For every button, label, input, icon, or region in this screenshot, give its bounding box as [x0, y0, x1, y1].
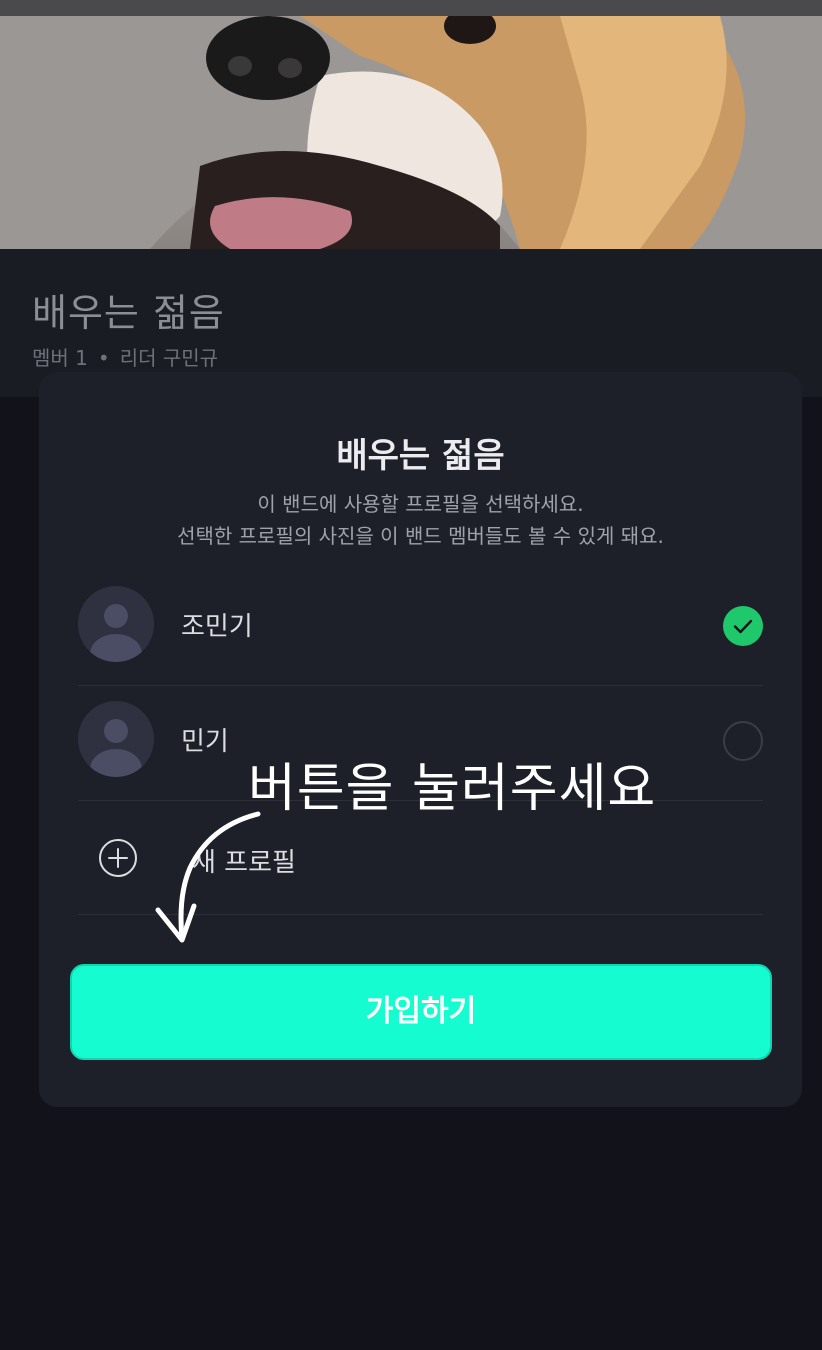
- avatar-placeholder-icon: [78, 586, 154, 662]
- check-icon: [733, 619, 753, 634]
- leader-name: 리더 구민규: [119, 346, 219, 370]
- selected-radio[interactable]: [723, 606, 763, 646]
- avatar-placeholder-icon: [78, 701, 154, 777]
- separator-dot: •: [97, 346, 110, 370]
- modal-description: 이 밴드에 사용할 프로필을 선택하세요. 선택한 프로필의 사진을 이 밴드 …: [39, 488, 802, 552]
- band-meta: 멤버 1 • 리더 구민규: [32, 342, 218, 371]
- join-button[interactable]: 가입하기: [70, 964, 772, 1060]
- modal-title: 배우는 젊음: [336, 436, 505, 476]
- modal-desc-line-1: 이 밴드에 사용할 프로필을 선택하세요.: [257, 492, 584, 516]
- status-bar: [0, 0, 822, 16]
- annotation-text: 버튼을 눌러주세요: [248, 759, 657, 819]
- profile-name: 조민기: [181, 612, 253, 642]
- profile-option[interactable]: 조민기: [78, 570, 763, 686]
- arrow-annotation-icon: [155, 811, 261, 943]
- member-count: 멤버 1: [32, 346, 88, 370]
- profile-name: 민기: [181, 727, 229, 757]
- band-title: 배우는 젊음: [32, 291, 225, 335]
- modal-desc-line-2: 선택한 프로필의 사진을 이 밴드 멤버들도 볼 수 있게 돼요.: [177, 524, 664, 548]
- plus-circle-icon: [99, 839, 137, 877]
- unselected-radio[interactable]: [723, 721, 763, 761]
- band-cover-image: [0, 16, 822, 249]
